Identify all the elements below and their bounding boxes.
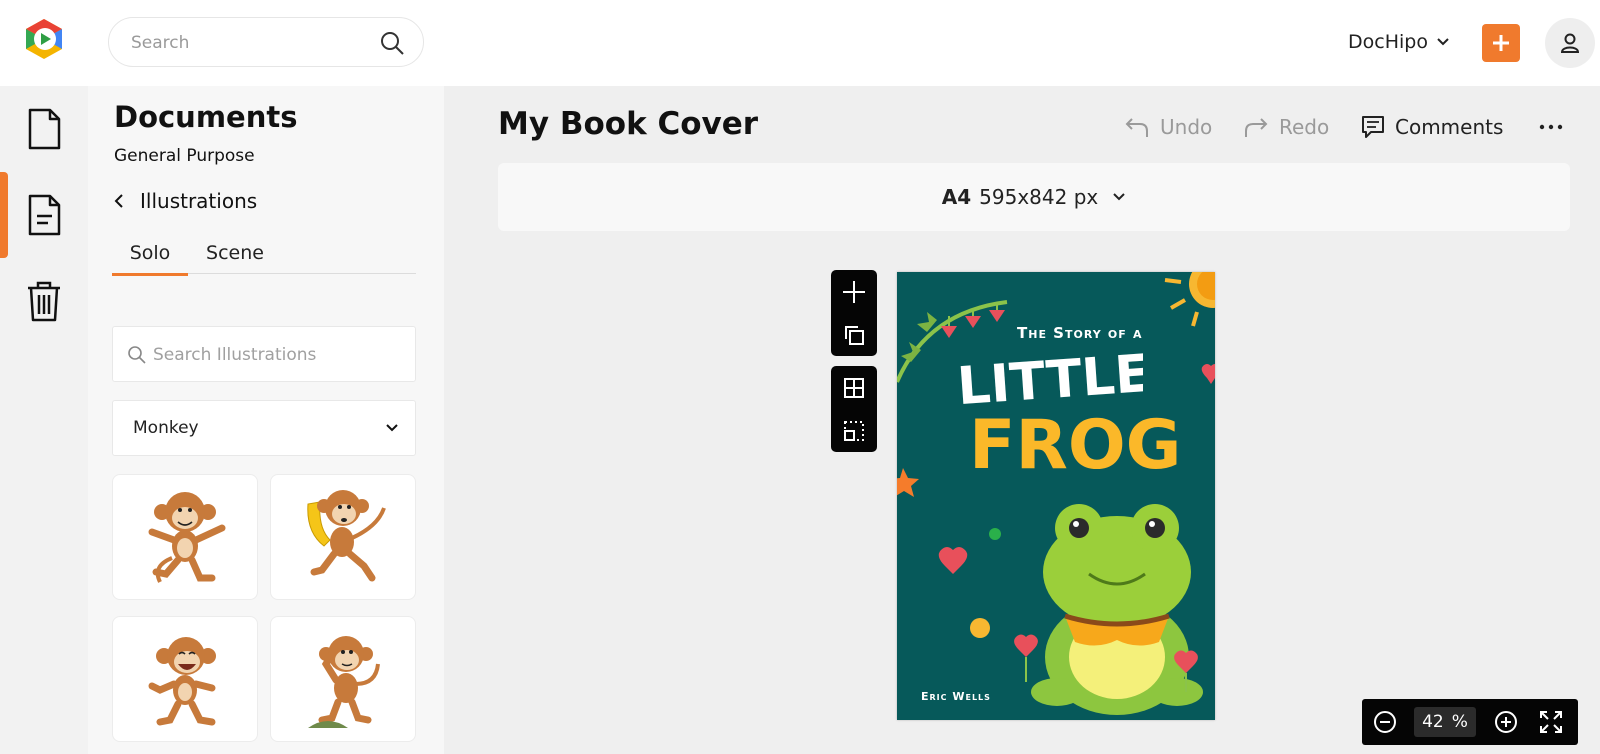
page-actions-toolbar (831, 270, 877, 356)
comment-icon (1362, 116, 1384, 138)
page-size-dimensions: 595x842 px (979, 185, 1099, 209)
account-menu[interactable]: DocHipo (1348, 28, 1450, 56)
zoom-out-button[interactable] (1372, 709, 1398, 735)
illustration-tabs: Solo Scene (112, 238, 416, 276)
zoom-controls: 42 % (1362, 699, 1578, 745)
back-to-illustrations[interactable]: Illustrations (114, 186, 257, 216)
fullscreen-icon (1540, 711, 1562, 733)
zoom-value: 42 (1422, 712, 1444, 732)
add-page-button[interactable] (839, 277, 869, 307)
rail-item-trash[interactable] (0, 258, 88, 344)
illustration-thumbnail[interactable] (270, 616, 416, 742)
user-profile-button[interactable] (1545, 18, 1595, 68)
monkey-pointing-illustration (148, 492, 226, 583)
illustrations-panel: Documents General Purpose Illustrations … (88, 86, 444, 754)
search-input[interactable] (131, 30, 361, 56)
zoom-level[interactable]: 42 % (1414, 707, 1476, 737)
redo-button[interactable]: Redo (1243, 112, 1329, 142)
tab-solo[interactable]: Solo (112, 238, 188, 276)
account-name: DocHipo (1348, 31, 1428, 53)
undo-icon (1125, 118, 1148, 137)
top-bar: DocHipo (0, 0, 1600, 86)
illustration-thumbnail[interactable] (270, 474, 416, 600)
category-select-value: Monkey (133, 418, 199, 438)
rail-item-new-document[interactable] (0, 86, 88, 172)
dochipo-logo-icon[interactable] (22, 17, 66, 61)
book-cover-page[interactable]: The Story of a LITTLE FROG Eric Wells (897, 272, 1215, 720)
grid-button[interactable] (839, 373, 869, 403)
left-rail (0, 86, 88, 754)
comments-label: Comments (1395, 115, 1504, 139)
resize-icon (844, 420, 864, 441)
redo-icon (1245, 118, 1268, 137)
cover-author[interactable]: Eric Wells (921, 690, 991, 703)
zoom-out-icon (1374, 711, 1396, 733)
chevron-down-icon (1113, 193, 1125, 201)
undo-label: Undo (1160, 115, 1213, 139)
panel-subtitle: General Purpose (114, 146, 255, 166)
illustration-thumbnail[interactable] (112, 616, 258, 742)
search-icon (128, 346, 146, 364)
document-icon (28, 108, 61, 150)
cover-title-line2[interactable]: FROG (967, 402, 1177, 482)
monkey-thinking-illustration (308, 636, 380, 728)
chevron-down-icon (1437, 38, 1449, 46)
zoom-in-icon (1495, 711, 1517, 733)
chevron-down-icon (386, 424, 398, 432)
trash-icon (28, 281, 60, 322)
layout-tools-toolbar (831, 366, 877, 452)
cover-title-line2-text: FROG (969, 406, 1177, 482)
illustration-search-input[interactable] (153, 342, 403, 368)
more-horizontal-icon (1539, 124, 1563, 130)
document-title[interactable]: My Book Cover (498, 106, 758, 142)
duplicate-icon (845, 325, 864, 345)
fullscreen-button[interactable] (1538, 709, 1564, 735)
search-box (108, 17, 424, 67)
cover-subtitle[interactable]: The Story of a (1017, 324, 1143, 342)
resize-button[interactable] (839, 416, 869, 446)
panel-title: Documents (114, 100, 298, 134)
grid-icon (844, 377, 864, 398)
breadcrumb-label: Illustrations (140, 189, 258, 213)
plus-icon (843, 280, 865, 303)
category-select[interactable]: Monkey (112, 400, 416, 456)
plus-icon (1493, 35, 1509, 51)
illustration-search-box (112, 326, 416, 382)
monkey-laughing-illustration (148, 637, 216, 726)
tab-scene[interactable]: Scene (200, 238, 270, 274)
rail-item-documents[interactable] (0, 172, 88, 258)
user-icon (1560, 33, 1580, 53)
chevron-left-icon (114, 194, 123, 208)
more-options-button[interactable] (1536, 115, 1566, 139)
duplicate-page-button[interactable] (839, 320, 869, 350)
zoom-unit: % (1451, 712, 1468, 732)
frog-illustration (1031, 504, 1203, 715)
illustration-thumbnail[interactable] (112, 474, 258, 600)
page-size-selector[interactable]: A4 595x842 px (498, 163, 1570, 231)
monkey-banana-illustration (307, 490, 386, 582)
zoom-in-button[interactable] (1493, 709, 1519, 735)
comments-button[interactable]: Comments (1361, 112, 1503, 142)
documents-list-icon (28, 194, 61, 236)
search-icon[interactable] (379, 30, 405, 56)
create-button[interactable] (1482, 24, 1520, 62)
undo-button[interactable]: Undo (1124, 112, 1212, 142)
redo-label: Redo (1279, 115, 1330, 139)
page-size-name: A4 (941, 185, 972, 209)
